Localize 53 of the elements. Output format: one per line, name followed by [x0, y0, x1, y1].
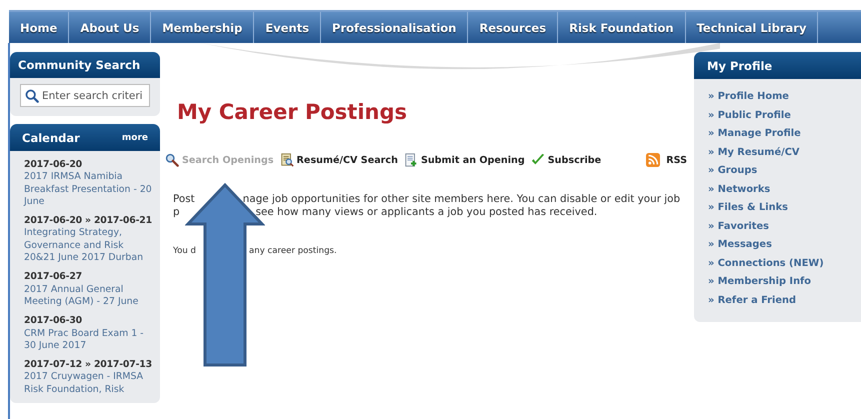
scroll-icon [280, 153, 294, 167]
profile-link[interactable]: » Profile Home [708, 88, 861, 106]
nav-link[interactable]: Resources [468, 12, 558, 43]
event-link[interactable]: 2017 IRMSA Namibia Breakfast Presentation - 20 June [24, 171, 152, 208]
toolbar-link[interactable]: Subscribe [530, 153, 602, 167]
magnifier-icon [165, 153, 179, 167]
profile-link[interactable]: » My Resumé/CV [708, 144, 861, 162]
event-date: 2017-06-20 » 2017-06-21 [24, 215, 152, 228]
profile-link[interactable]: » Refer a Friend [708, 292, 861, 310]
rss-link[interactable]: RSS [646, 153, 687, 167]
event-date: 2017-06-20 [24, 159, 83, 172]
panel-title: My Profile [707, 58, 772, 72]
panel-title: Community Search [18, 58, 140, 72]
toolbar-link[interactable]: Submit an Opening [404, 153, 525, 167]
nav-link[interactable]: Membership [151, 12, 254, 43]
event-link[interactable]: Integrating Strategy, Governance and Risk 20&21 June 2017 Durban [24, 227, 152, 264]
intro-text: see how many views or applicants a job you posted has received. [256, 206, 598, 219]
checkmark-icon [530, 153, 545, 167]
profile-link[interactable]: » Files & Links [708, 199, 861, 218]
profile-link[interactable]: » Messages [708, 236, 861, 254]
profile-link[interactable]: » Membership Info [708, 273, 861, 292]
more-link[interactable]: more [122, 132, 148, 142]
toolbar-link[interactable]: Search Openings [165, 153, 274, 167]
profile-link[interactable]: » Connections (NEW) [708, 254, 861, 273]
profile-link[interactable]: » Networks [708, 180, 861, 199]
nav-link[interactable]: About Us [69, 12, 152, 43]
event-date: 2017-06-27 [24, 271, 83, 284]
page-title: My Career Postings [177, 99, 408, 126]
profile-link[interactable]: » Favorites [708, 218, 861, 236]
rss-icon [646, 153, 660, 167]
search-field[interactable]: Enter search criteri [20, 84, 150, 107]
event-link[interactable]: CRM Prac Board Exam 1 - 30 June 2017 [24, 328, 152, 352]
intro-text: Post [173, 193, 195, 206]
intro-text: p [173, 206, 180, 219]
search-icon [25, 89, 39, 103]
notice-text: any career postings. [249, 246, 337, 256]
nav-link[interactable]: Home [9, 12, 70, 43]
nav-link[interactable]: Risk Foundation [558, 12, 686, 43]
toolbar-link[interactable]: Resumé/CV Search [280, 153, 398, 167]
nav-link[interactable]: Technical Library [686, 12, 818, 43]
event-link[interactable]: 2017 Annual General Meeting (AGM) - 27 June [24, 284, 152, 308]
event-date: 2017-07-12 » 2017-07-13 [24, 359, 152, 372]
profile-link[interactable]: » Manage Profile [708, 125, 861, 144]
nav-link[interactable]: Events [254, 12, 322, 43]
notice-text: You d [173, 246, 196, 256]
intro-text: nage job opportunities for other site members here. You can disable or edit your job [242, 193, 680, 206]
profile-link[interactable]: » Public Profile [708, 106, 861, 125]
document-add-icon [404, 153, 418, 167]
event-link[interactable]: 2017 Cruywagen - IRMSA Risk Foundation, Risk [24, 371, 152, 396]
panel-title: Calendar [22, 130, 80, 144]
event-date: 2017-06-30 [24, 315, 83, 328]
nav-link[interactable]: Professionalisation [321, 12, 468, 43]
profile-link[interactable]: » Groups [708, 162, 861, 180]
